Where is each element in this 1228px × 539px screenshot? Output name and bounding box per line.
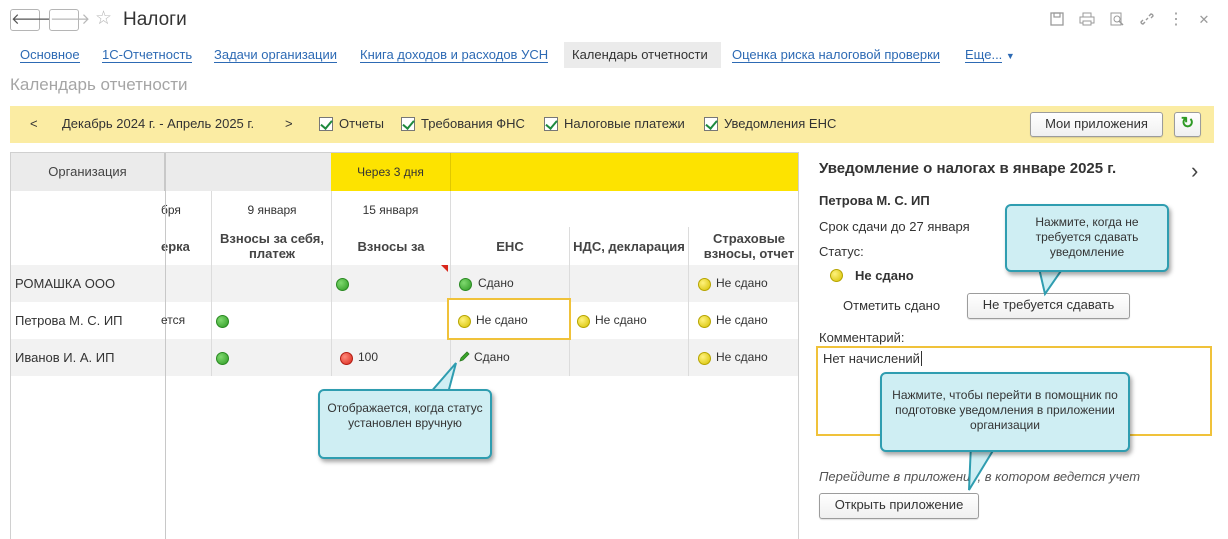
mark-done-link[interactable]: Отметить сдано — [843, 298, 940, 313]
text-cursor — [920, 351, 922, 366]
page-title: Налоги — [123, 9, 187, 30]
table-row[interactable] — [11, 265, 798, 302]
status-green-icon[interactable] — [336, 278, 349, 291]
status-red-icon[interactable] — [340, 352, 353, 365]
status-green-icon[interactable] — [216, 352, 229, 365]
status-yellow-icon[interactable] — [698, 315, 711, 328]
callout-not-required: Нажмите, когда не требуется сдавать увед… — [1005, 204, 1169, 272]
tab-org-tasks[interactable]: Задачи организации — [206, 42, 345, 68]
amount-text[interactable]: 100 — [358, 350, 378, 364]
status-yellow-icon[interactable] — [458, 315, 471, 328]
column-header: НДС, декларация — [573, 239, 685, 254]
grid-divider — [450, 191, 451, 376]
org-column-header: Организация — [11, 153, 165, 191]
callout-pointer — [1037, 268, 1065, 297]
table-row[interactable] — [11, 302, 798, 339]
filter-reports-checkbox[interactable] — [319, 117, 333, 131]
status-yellow-icon — [830, 269, 843, 282]
filter-reports-label[interactable]: Отчеты — [339, 116, 384, 131]
chevron-right-icon[interactable]: › — [1191, 158, 1198, 184]
more-icon[interactable]: ⋮ — [1168, 12, 1184, 28]
panel-org: Петрова М. С. ИП — [819, 193, 930, 208]
period-next-button[interactable]: > — [285, 116, 293, 131]
status-text[interactable]: ется — [161, 313, 185, 327]
tab-risk-assessment[interactable]: Оценка риска налоговой проверки — [724, 42, 948, 68]
grid-divider — [331, 191, 332, 376]
flag-red-icon — [441, 265, 448, 272]
period-prev-button[interactable]: < — [30, 116, 38, 131]
favorite-star-icon[interactable]: ☆ — [95, 8, 112, 30]
status-text[interactable]: Сдано — [478, 276, 514, 290]
column-header: Взносы за себя, платеж — [220, 231, 324, 261]
panel-status-value: Не сдано — [855, 268, 914, 283]
section-title: Календарь отчетности — [10, 75, 188, 94]
link-icon[interactable] — [1139, 12, 1155, 28]
table-row[interactable] — [11, 339, 798, 376]
tab-income-book[interactable]: Книга доходов и расходов УСН — [352, 42, 556, 68]
chevron-down-icon: ▼ — [1005, 51, 1015, 61]
filter-payments-label[interactable]: Налоговые платежи — [564, 116, 685, 131]
date-label: 15 января — [362, 203, 419, 217]
filter-payments-checkbox[interactable] — [544, 117, 558, 131]
grid-divider — [165, 153, 166, 539]
org-name[interactable]: РОМАШКА ООО — [15, 276, 115, 291]
status-green-icon[interactable] — [459, 278, 472, 291]
comment-label: Комментарий: — [819, 330, 905, 345]
toolbar: < Декабрь 2024 г. - Апрель 2025 г. > Отч… — [10, 106, 1214, 143]
tab-reporting-calendar[interactable]: Календарь отчетности — [564, 42, 721, 68]
status-yellow-icon[interactable] — [698, 278, 711, 291]
status-text[interactable]: Сдано — [474, 350, 510, 364]
arrow-right-icon: 🡒 — [50, 11, 91, 28]
preview-icon[interactable] — [1109, 12, 1125, 28]
filter-fns-label[interactable]: Требования ФНС — [421, 116, 525, 131]
print-icon[interactable] — [1079, 12, 1095, 28]
column-header: ЕНС — [496, 239, 524, 254]
callout-open-app: Нажмите, чтобы перейти в помощник по под… — [880, 372, 1130, 452]
status-text[interactable]: Не сдано — [716, 313, 768, 327]
close-icon[interactable]: ✕ — [1196, 12, 1212, 28]
forward-button[interactable]: 🡒 — [49, 9, 90, 31]
open-app-button[interactable]: Открыть приложение — [819, 493, 979, 519]
status-text[interactable]: Не сдано — [716, 276, 768, 290]
date-label: 9 января — [247, 203, 297, 217]
status-text[interactable]: Не сдано — [476, 313, 528, 327]
status-yellow-icon[interactable] — [698, 352, 711, 365]
filter-ens-checkbox[interactable] — [704, 117, 718, 131]
filter-fns-checkbox[interactable] — [401, 117, 415, 131]
tab-1c-reporting[interactable]: 1С-Отчетность — [94, 42, 200, 68]
refresh-icon[interactable]: ↻ — [1174, 112, 1201, 137]
my-apps-button[interactable]: Мои приложения — [1030, 112, 1163, 137]
calendar-grid: Организация Через 3 дня бря 9 января 15 … — [10, 152, 799, 539]
grid-divider — [688, 227, 689, 376]
period-label[interactable]: Декабрь 2024 г. - Апрель 2025 г. — [62, 116, 254, 131]
panel-due: Срок сдачи до 27 января — [819, 219, 970, 234]
status-text[interactable]: Не сдано — [595, 313, 647, 327]
status-yellow-icon[interactable] — [577, 315, 590, 328]
column-header: Страховые взносы, отчет — [703, 231, 795, 261]
panel-status-label: Статус: — [819, 244, 864, 259]
soon-label: Через 3 дня — [357, 165, 424, 179]
save-icon[interactable] — [1049, 12, 1065, 28]
grid-divider — [211, 191, 212, 376]
column-header: Взносы за — [357, 239, 425, 254]
status-text[interactable]: Не сдано — [716, 350, 768, 364]
tab-more[interactable]: Еще... ▼ — [957, 42, 1023, 68]
panel-title: Уведомление о налогах в январе 2025 г. — [819, 160, 1117, 177]
status-green-icon[interactable] — [216, 315, 229, 328]
comment-text: Нет начислений — [823, 351, 920, 366]
app-window: 🡐 🡒 ☆ Налоги ⋮ ✕ Основное 1С-Отчетность … — [0, 0, 1228, 539]
org-name[interactable]: Иванов И. А. ИП — [15, 350, 114, 365]
date-label: бря — [161, 203, 181, 217]
tab-main[interactable]: Основное — [12, 42, 88, 68]
arrow-left-icon: 🡐 — [11, 11, 52, 28]
grid-header-bg — [166, 153, 331, 191]
org-name[interactable]: Петрова М. С. ИП — [15, 313, 123, 328]
callout-manual-status: Отображается, когда статус установлен вр… — [318, 389, 492, 459]
back-button[interactable]: 🡐 — [10, 9, 51, 31]
filter-ens-label[interactable]: Уведомления ЕНС — [724, 116, 836, 131]
grid-divider — [450, 153, 451, 191]
